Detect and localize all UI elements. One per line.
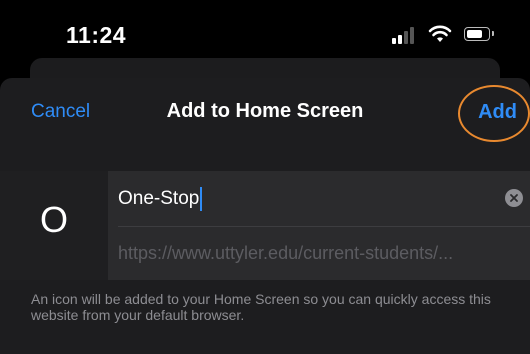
status-time: 11:24: [66, 22, 127, 48]
wifi-icon: [428, 25, 452, 42]
battery-icon: [464, 27, 490, 41]
text-cursor: [200, 187, 203, 211]
url-field: https://www.uttyler.edu/current-students…: [118, 243, 454, 263]
status-bar: 11:24: [0, 0, 530, 64]
site-icon-preview: O: [0, 171, 108, 280]
field-divider: [118, 226, 530, 227]
add-button[interactable]: Add: [478, 101, 517, 124]
sheet-title: Add to Home Screen: [166, 100, 364, 122]
cellular-signal-icon: [392, 26, 418, 44]
clear-text-button[interactable]: [505, 189, 523, 207]
name-field-value[interactable]: One-Stop: [118, 188, 199, 210]
name-field[interactable]: One-Stop: [118, 186, 203, 212]
clear-x-icon: [510, 194, 518, 202]
help-text: An icon will be added to your Home Scree…: [31, 291, 491, 323]
battery-cap: [492, 31, 494, 36]
site-icon-letter: O: [39, 199, 68, 240]
